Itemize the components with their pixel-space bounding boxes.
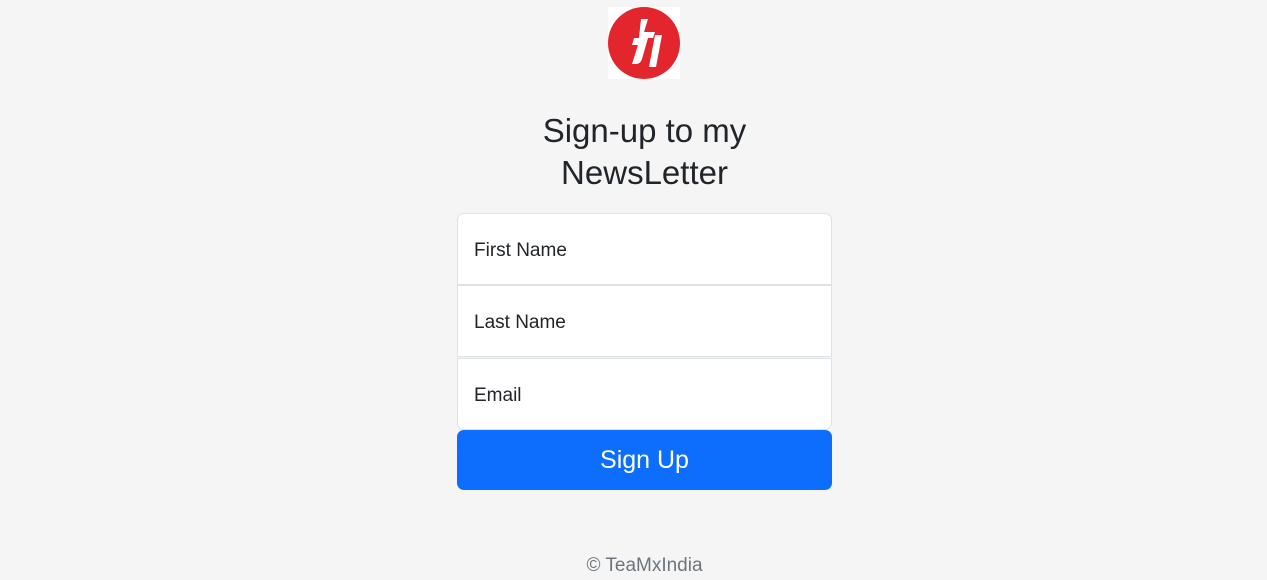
- page-title: Sign-up to my NewsLetter: [542, 112, 747, 191]
- first-name-field[interactable]: First Name: [457, 213, 832, 285]
- footer-copyright: © TeaMxIndia: [457, 554, 832, 578]
- copyright-text: TeaMxIndia: [605, 555, 703, 576]
- email-field[interactable]: Email: [457, 358, 832, 430]
- first-name-label: First Name: [474, 240, 567, 261]
- copyright-symbol: ©: [586, 555, 601, 576]
- last-name-field[interactable]: Last Name: [457, 285, 832, 357]
- last-name-label: Last Name: [474, 312, 566, 333]
- email-label: Email: [474, 385, 522, 406]
- sign-up-button[interactable]: Sign Up: [457, 430, 832, 490]
- brand-logo-icon: [608, 7, 680, 79]
- brand-logo: [608, 7, 680, 79]
